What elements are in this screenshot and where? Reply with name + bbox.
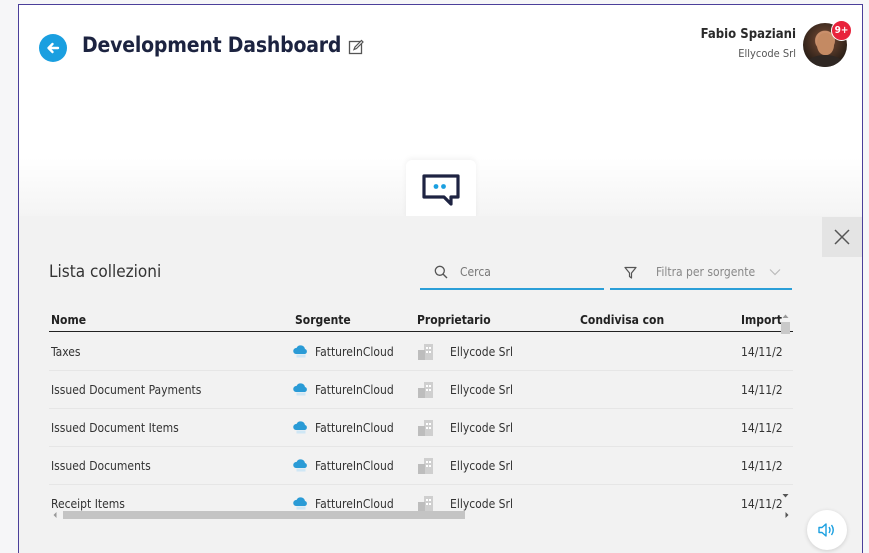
back-button[interactable] <box>39 34 67 62</box>
row-owner: Ellycode Srl <box>450 383 513 397</box>
column-header-sorgente[interactable]: Sorgente <box>295 313 351 327</box>
notification-badge[interactable]: 9+ <box>831 20 852 41</box>
source-filter[interactable]: Filtra per sorgente <box>610 256 792 290</box>
row-import: 14/11/2 <box>741 345 783 359</box>
edit-icon[interactable] <box>348 39 364 55</box>
row-name: Issued Document Payments <box>51 383 202 397</box>
close-icon <box>834 229 850 245</box>
filter-icon <box>624 266 637 279</box>
horizontal-scroll-thumb[interactable] <box>63 511 465 519</box>
page-title: Development Dashboard <box>82 33 342 57</box>
sound-icon <box>818 523 834 537</box>
row-source: FattureInCloud <box>315 383 394 397</box>
horizontal-scrollbar[interactable] <box>49 508 793 522</box>
cloud-source-icon <box>293 421 307 434</box>
row-import: 14/11/2 <box>741 383 783 397</box>
search-icon <box>434 265 448 279</box>
column-header-import[interactable]: Import <box>741 313 782 327</box>
row-import: 14/11/2 <box>741 459 783 473</box>
collections-table: Nome Sorgente Proprietario Condivisa con… <box>49 308 793 518</box>
building-icon <box>418 382 433 398</box>
cloud-source-icon <box>293 383 307 396</box>
row-import: 14/11/2 <box>741 421 783 435</box>
table-header: Nome Sorgente Proprietario Condivisa con… <box>49 308 793 332</box>
table-row[interactable]: Issued Document Items FattureInCloud Ell… <box>49 409 793 447</box>
back-arrow-icon <box>47 42 60 54</box>
table-row[interactable]: Taxes FattureInCloud Ellycode Srl 14/11/… <box>49 333 793 371</box>
chat-icon <box>422 174 460 206</box>
user-name: Fabio Spaziani <box>700 27 796 42</box>
search-input[interactable]: Cerca <box>420 256 604 290</box>
scroll-right-icon[interactable] <box>783 508 791 522</box>
vertical-scroll-thumb[interactable] <box>781 322 790 334</box>
cloud-source-icon <box>293 345 307 358</box>
panel-title: Lista collezioni <box>49 262 162 282</box>
search-placeholder: Cerca <box>460 265 491 279</box>
vertical-scrollbar[interactable] <box>779 312 792 512</box>
row-source: FattureInCloud <box>315 421 394 435</box>
scroll-down-icon[interactable] <box>779 492 792 500</box>
table-row[interactable]: Issued Document Payments FattureInCloud … <box>49 371 793 409</box>
row-owner: Ellycode Srl <box>450 421 513 435</box>
column-header-proprietario[interactable]: Proprietario <box>417 313 491 327</box>
column-header-nome[interactable]: Nome <box>51 313 86 327</box>
row-name: Taxes <box>51 345 81 359</box>
building-icon <box>418 344 433 360</box>
row-source: FattureInCloud <box>315 459 394 473</box>
row-source: FattureInCloud <box>315 345 394 359</box>
building-icon <box>418 458 433 474</box>
chat-tab[interactable] <box>406 160 476 220</box>
scroll-up-icon[interactable] <box>779 312 792 320</box>
column-header-condivisa[interactable]: Condivisa con <box>580 313 664 327</box>
row-name: Issued Documents <box>51 459 151 473</box>
filter-placeholder: Filtra per sorgente <box>656 265 756 279</box>
avatar-shirt <box>807 55 843 67</box>
user-company: Ellycode Srl <box>738 47 796 60</box>
close-button[interactable] <box>822 217 862 257</box>
scroll-left-icon[interactable] <box>51 508 59 522</box>
building-icon <box>418 420 433 436</box>
row-name: Issued Document Items <box>51 421 179 435</box>
table-row[interactable]: Issued Documents FattureInCloud Ellycode… <box>49 447 793 485</box>
cloud-source-icon <box>293 459 307 472</box>
sound-button[interactable] <box>807 510 847 550</box>
dashboard-frame: Development Dashboard Fabio Spaziani Ell… <box>18 4 863 553</box>
chevron-down-icon <box>769 269 781 276</box>
avatar-face <box>817 33 834 55</box>
row-owner: Ellycode Srl <box>450 345 513 359</box>
row-owner: Ellycode Srl <box>450 459 513 473</box>
collections-panel: Lista collezioni Cerca Filtra per sorgen… <box>19 216 862 553</box>
